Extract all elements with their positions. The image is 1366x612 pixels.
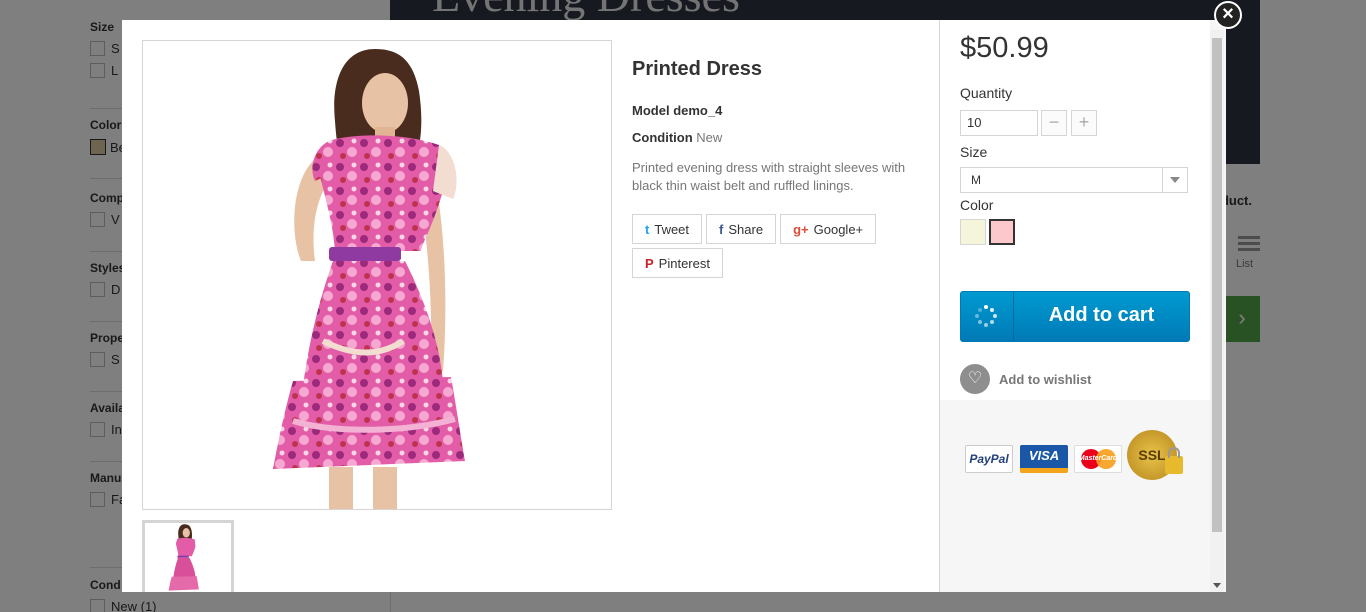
- color-swatch-beige[interactable]: [960, 219, 986, 245]
- lock-icon: [1165, 447, 1183, 474]
- condition-value: New: [696, 130, 723, 145]
- model-value: demo_4: [673, 103, 723, 118]
- product-image[interactable]: [142, 40, 612, 510]
- thumbnail-image: [168, 524, 199, 591]
- twitter-icon: t: [645, 221, 650, 237]
- quantity-label: Quantity: [960, 85, 1013, 101]
- heart-icon: ♡: [960, 364, 990, 394]
- visa-logo: VISA: [1020, 445, 1068, 473]
- purchase-column: $50.99 Quantity 10 − + Size M Color Add …: [939, 20, 1226, 592]
- quick-view-modal: Printed Dress Model demo_4 Condition New…: [122, 20, 1226, 592]
- buy-box: $50.99 Quantity 10 − + Size M Color Add …: [940, 20, 1210, 400]
- quantity-input[interactable]: 10: [960, 110, 1038, 136]
- scroll-down-arrow[interactable]: [1213, 583, 1221, 588]
- share-label: Share: [728, 221, 764, 237]
- wishlist-label: Add to wishlist: [999, 371, 1092, 387]
- google-plus-button[interactable]: g+ Google+: [780, 214, 877, 244]
- share-label: Tweet: [654, 221, 690, 237]
- size-value: M: [971, 173, 981, 187]
- scrollbar[interactable]: [1210, 30, 1224, 592]
- add-to-wishlist-link[interactable]: ♡ Add to wishlist: [960, 364, 1091, 394]
- product-condition: Condition New: [632, 130, 922, 145]
- color-label: Color: [960, 197, 994, 213]
- product-model: Model demo_4: [632, 103, 922, 118]
- model-label: Model: [632, 103, 670, 118]
- add-to-cart-button[interactable]: Add to cart: [960, 291, 1190, 342]
- pinterest-button[interactable]: P Pinterest: [632, 248, 723, 278]
- chevron-down-icon: [1162, 168, 1187, 192]
- size-label: Size: [960, 144, 988, 160]
- product-name: Printed Dress: [632, 58, 763, 80]
- add-to-cart-label: Add to cart: [1048, 304, 1155, 326]
- social-share-buttons: t Tweet f Share g+ Google+ P Pinterest: [632, 214, 922, 278]
- mastercard-logo: MasterCard: [1074, 445, 1122, 473]
- spinner-icon: [975, 305, 997, 327]
- product-description: Printed evening dress with straight slee…: [632, 160, 906, 193]
- product-price: $50.99: [960, 32, 1049, 64]
- size-select[interactable]: M: [960, 167, 1188, 193]
- dress-illustration: [273, 49, 465, 509]
- tweet-button[interactable]: t Tweet: [632, 214, 703, 244]
- facebook-share-button[interactable]: f Share: [706, 214, 777, 244]
- product-thumbnail[interactable]: [142, 520, 234, 592]
- quantity-minus-button[interactable]: −: [1041, 110, 1067, 136]
- google-plus-icon: g+: [793, 221, 809, 237]
- share-label: Google+: [813, 221, 864, 237]
- payment-logos: PayPal VISA MasterCard SSL: [965, 428, 1190, 484]
- facebook-icon: f: [719, 221, 724, 237]
- color-swatch-pink[interactable]: [989, 219, 1015, 245]
- pinterest-icon: P: [645, 255, 654, 271]
- close-modal-button[interactable]: ×: [1214, 1, 1242, 29]
- quantity-plus-button[interactable]: +: [1071, 110, 1097, 136]
- paypal-logo: PayPal: [965, 445, 1013, 473]
- scrollbar-thumb[interactable]: [1212, 38, 1222, 532]
- product-info: Printed Dress Model demo_4 Condition New…: [632, 58, 922, 278]
- loading-spinner-area: [961, 292, 1014, 341]
- share-label: Pinterest: [658, 255, 710, 271]
- condition-label: Condition: [632, 130, 693, 145]
